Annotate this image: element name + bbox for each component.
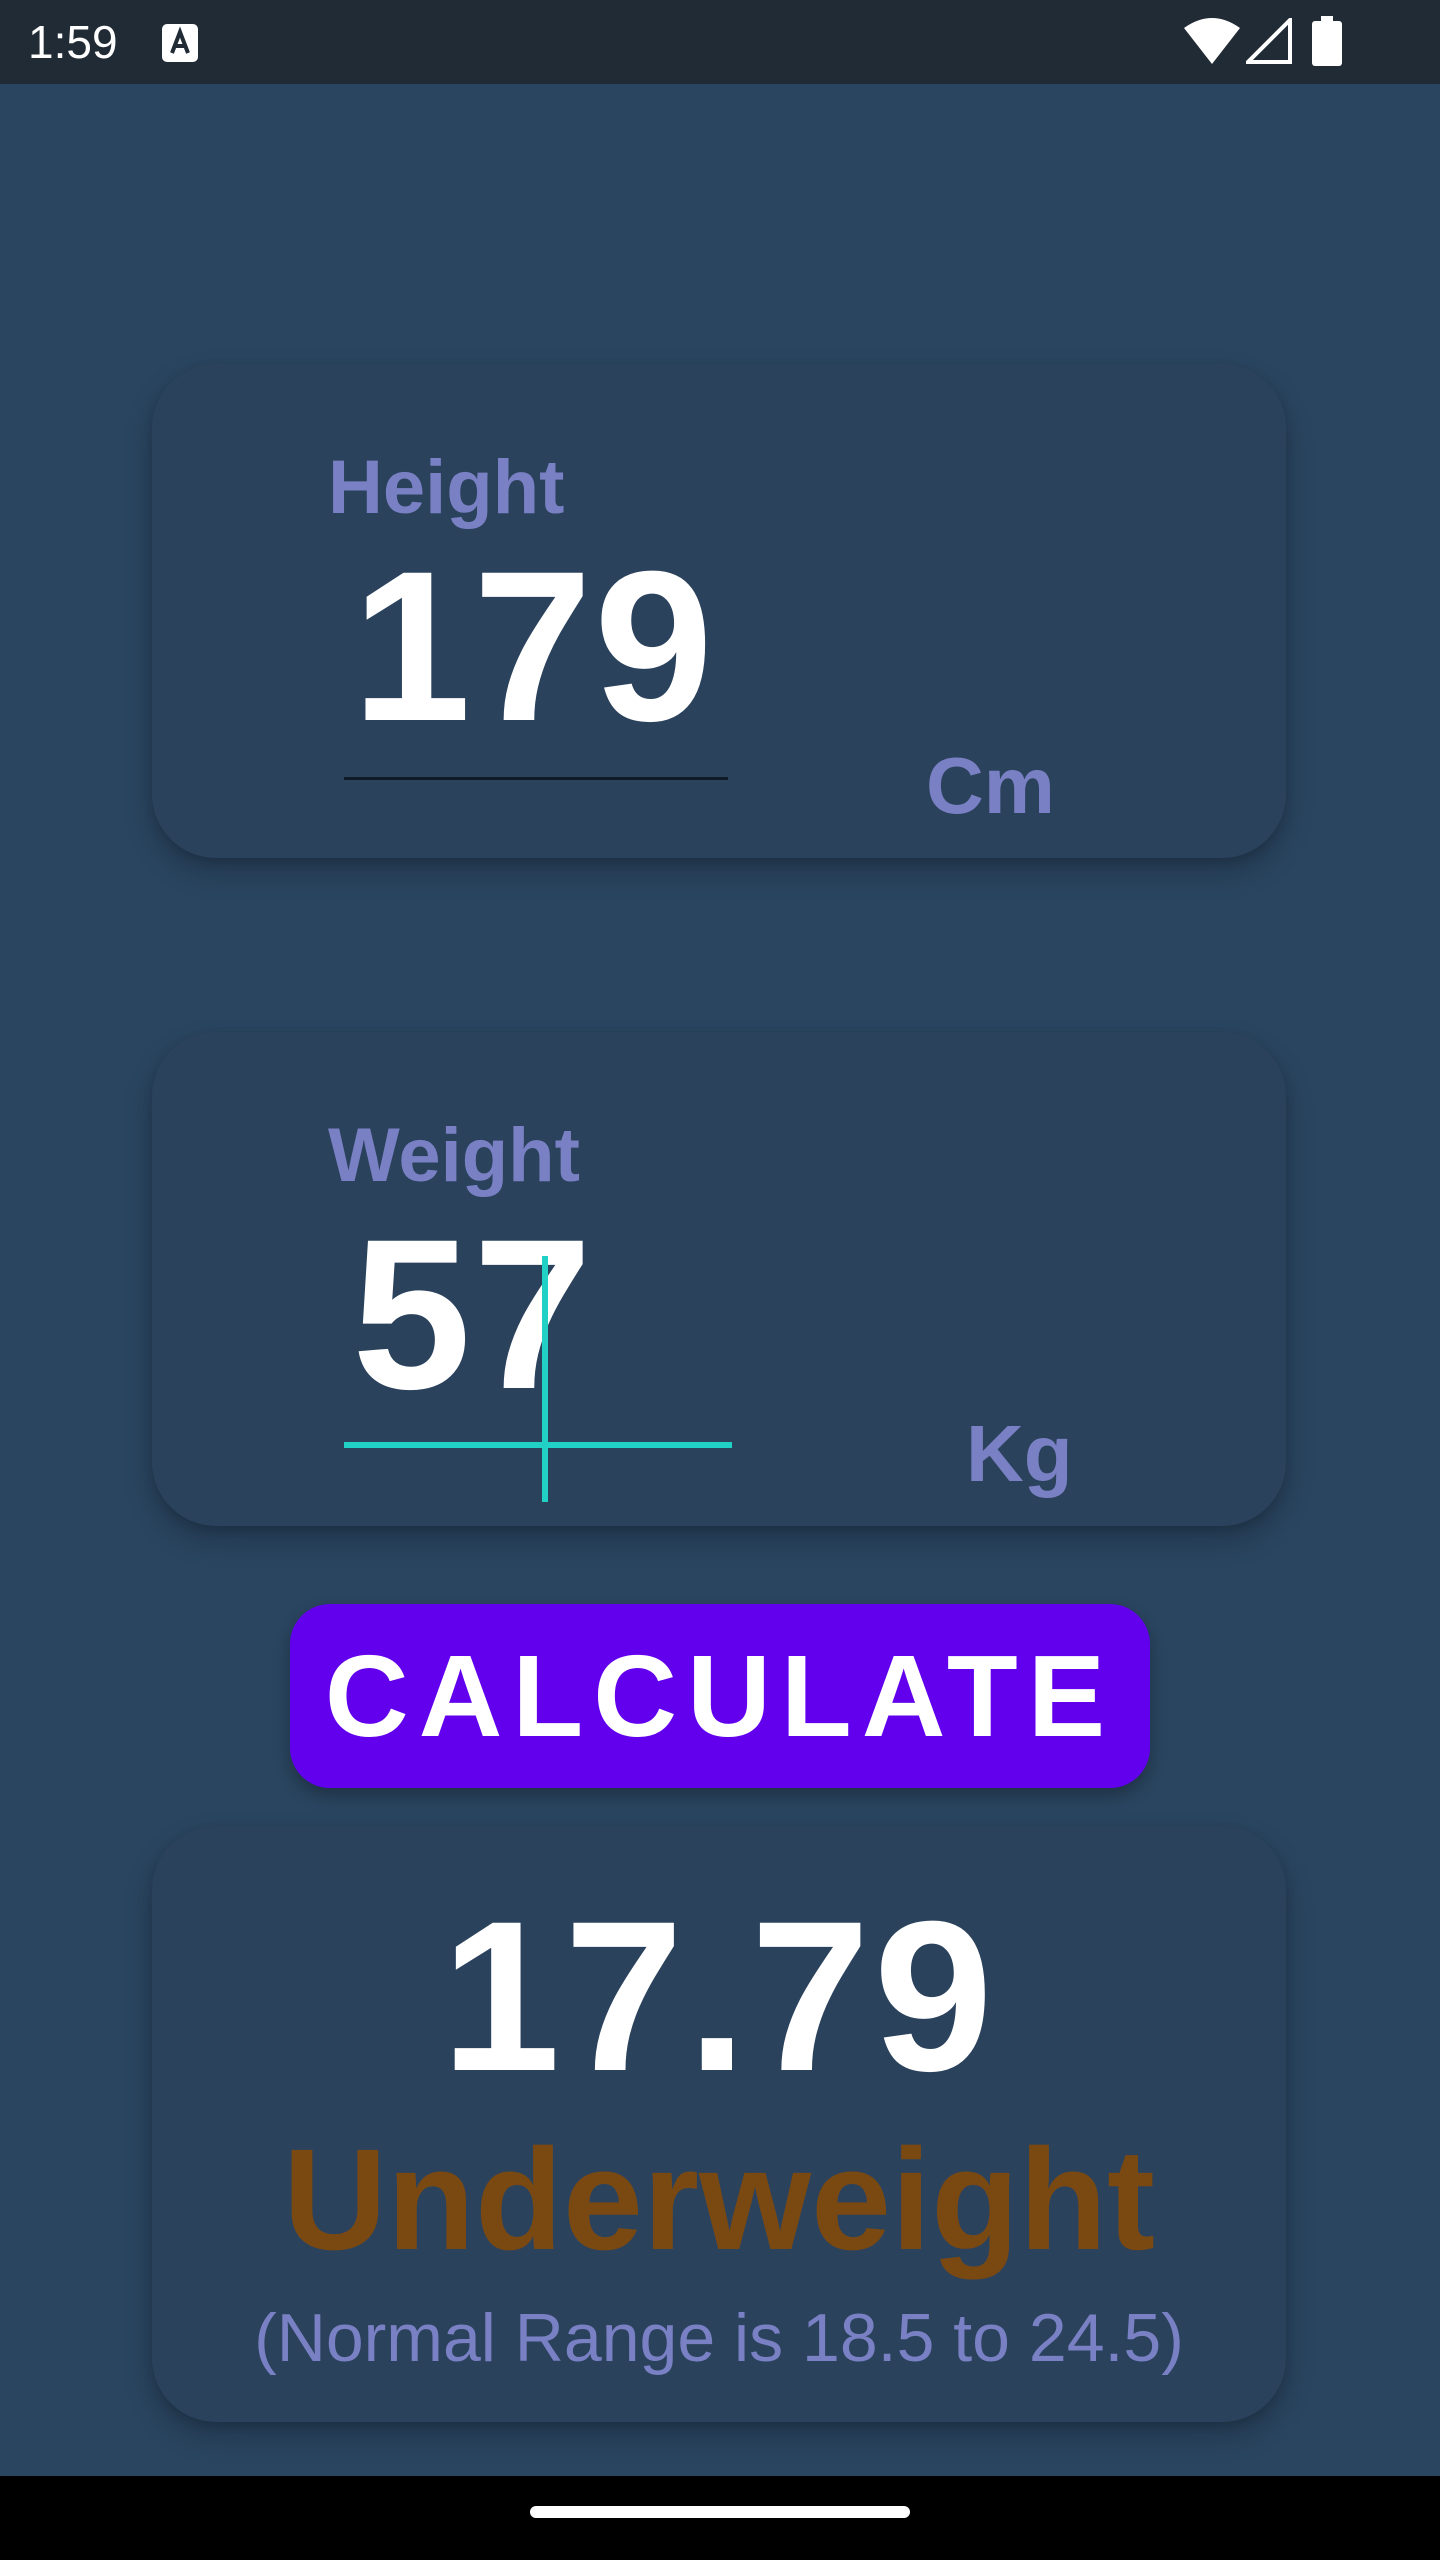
- navigation-bar: [0, 2476, 1440, 2560]
- text-a-icon: [162, 24, 198, 62]
- wifi-icon: [1184, 18, 1240, 64]
- status-bar: 1:59: [0, 0, 1440, 84]
- signal-icon: [1246, 18, 1292, 64]
- bmi-calculator-screen: 1:59 Height 179 Cm Weight 57 Kg CALCULAT…: [0, 0, 1440, 2560]
- battery-icon: [1312, 16, 1342, 66]
- height-card: Height 179 Cm: [152, 364, 1286, 858]
- status-time: 1:59: [28, 16, 118, 68]
- weight-value: 57: [352, 1195, 595, 1434]
- height-label: Height: [328, 445, 565, 530]
- weight-input[interactable]: 57: [344, 1208, 732, 1448]
- bmi-result-value: 17.79: [441, 1877, 997, 2116]
- weight-card: Weight 57 Kg: [152, 1032, 1286, 1526]
- home-gesture-handle[interactable]: [530, 2506, 910, 2518]
- height-input[interactable]: 179: [344, 540, 728, 780]
- weight-input-underline: [344, 1442, 732, 1448]
- height-value: 179: [352, 527, 716, 766]
- normal-range-text: (Normal Range is 18.5 to 24.5): [254, 2300, 1184, 2376]
- calculate-button[interactable]: CALCULATE: [290, 1604, 1150, 1788]
- result-card: 17.79 Underweight (Normal Range is 18.5 …: [152, 1826, 1286, 2422]
- height-unit-label: Cm: [926, 741, 1055, 830]
- text-cursor: [542, 1256, 548, 1502]
- weight-label: Weight: [328, 1113, 580, 1198]
- height-input-underline: [344, 777, 728, 780]
- weight-unit-label: Kg: [966, 1409, 1073, 1498]
- bmi-category: Underweight: [282, 2119, 1155, 2280]
